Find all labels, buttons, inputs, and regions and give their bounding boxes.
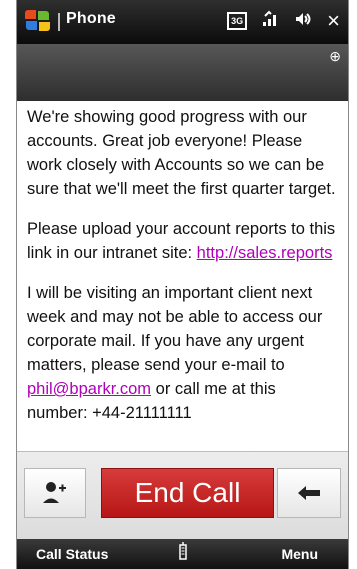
- message-content: We're showing good progress with our acc…: [17, 101, 348, 451]
- call-controls: End Call: [17, 451, 348, 540]
- title-separator: [58, 13, 60, 31]
- data-connection-icon: 3G: [227, 12, 248, 30]
- keyboard-icon[interactable]: [179, 542, 187, 564]
- volume-icon: [293, 10, 313, 32]
- paragraph-2: Please upload your account reports to th…: [27, 217, 338, 265]
- status-bar: Phone 3G ×: [17, 0, 348, 44]
- email-link[interactable]: phil@bparkr.com: [27, 380, 151, 398]
- end-call-button[interactable]: End Call: [101, 468, 274, 518]
- contact-icon: [43, 482, 66, 503]
- menu-softkey[interactable]: Menu: [281, 546, 318, 562]
- close-icon[interactable]: ×: [327, 10, 340, 32]
- intranet-link[interactable]: http://sales.reports: [197, 244, 333, 262]
- contact-button[interactable]: [24, 468, 86, 518]
- message-icon: ⊕: [329, 48, 341, 64]
- softkey-bar: Call Status Menu: [17, 539, 348, 569]
- left-bezel: [0, 0, 16, 569]
- back-arrow-icon: [298, 486, 320, 500]
- back-button[interactable]: [277, 468, 341, 518]
- right-bezel: [349, 0, 357, 569]
- call-status-softkey[interactable]: Call Status: [36, 546, 108, 562]
- paragraph-1: We're showing good progress with our acc…: [27, 108, 336, 198]
- paragraph-3: I will be visiting an important client n…: [27, 281, 338, 425]
- status-icons: 3G ×: [227, 9, 340, 33]
- signal-icon: [261, 10, 279, 32]
- app-title: Phone: [66, 10, 116, 27]
- paragraph-3-text: I will be visiting an important client n…: [27, 284, 323, 374]
- screen-frame: Phone 3G × ⊕ We're showing good progress…: [0, 0, 357, 569]
- message-bar: ⊕: [17, 44, 348, 101]
- windows-logo-icon: [25, 10, 51, 32]
- phone-screen: Phone 3G × ⊕ We're showing good progress…: [16, 0, 349, 569]
